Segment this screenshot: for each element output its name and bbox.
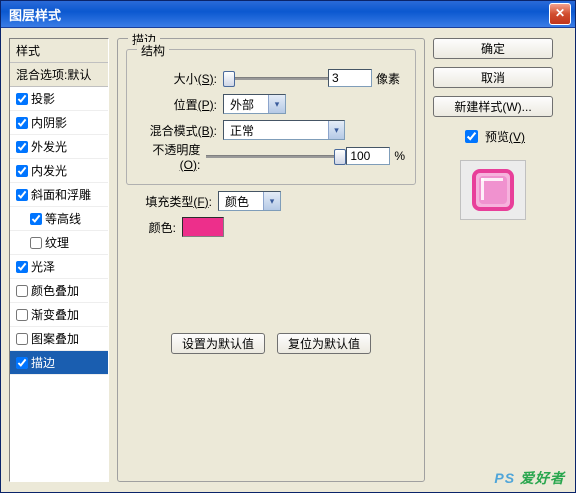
- new-style-button[interactable]: 新建样式(W)...: [433, 96, 553, 117]
- style-checkbox[interactable]: [16, 357, 28, 369]
- set-default-button[interactable]: 设置为默认值: [171, 333, 265, 354]
- preview-checkbox-row[interactable]: 预览(V): [461, 127, 525, 146]
- size-input[interactable]: [328, 69, 372, 87]
- structure-group: 结构 大小(S): 像素 位置(P):: [126, 49, 416, 185]
- size-unit: 像素: [376, 70, 400, 87]
- fill-type-combo[interactable]: 颜色 ▾: [218, 191, 281, 211]
- reset-default-button[interactable]: 复位为默认值: [277, 333, 371, 354]
- chevron-down-icon: ▾: [268, 95, 285, 113]
- style-checkbox[interactable]: [16, 141, 28, 153]
- style-item-label: 颜色叠加: [31, 282, 79, 299]
- preview-checkbox[interactable]: [465, 130, 478, 143]
- blend-options-header[interactable]: 混合选项:默认: [10, 63, 108, 87]
- blend-mode-label: 混合模式(B):: [137, 122, 223, 139]
- opacity-unit: %: [394, 149, 405, 163]
- fill-type-label: 填充类型(F):: [132, 193, 218, 210]
- style-checkbox[interactable]: [30, 237, 42, 249]
- color-label: 颜色:: [132, 219, 182, 236]
- size-label: 大小(S):: [137, 70, 223, 87]
- style-item-label: 光泽: [31, 258, 55, 275]
- style-item[interactable]: 描边: [10, 351, 108, 375]
- preview-thumbnail: [460, 160, 526, 220]
- style-checkbox[interactable]: [16, 93, 28, 105]
- style-item-label: 图案叠加: [31, 330, 79, 347]
- style-item-label: 外发光: [31, 138, 67, 155]
- ok-button[interactable]: 确定: [433, 38, 553, 59]
- right-panel: 确定 取消 新建样式(W)... 预览(V): [433, 38, 553, 482]
- style-checkbox[interactable]: [16, 261, 28, 273]
- titlebar[interactable]: 图层样式 ✕: [1, 1, 575, 28]
- style-item-label: 斜面和浮雕: [31, 186, 91, 203]
- style-checkbox[interactable]: [16, 285, 28, 297]
- window-title: 图层样式: [9, 5, 61, 24]
- blend-mode-combo[interactable]: 正常 ▾: [223, 120, 345, 140]
- fill-type-row: 填充类型(F): 颜色 ▾: [132, 191, 416, 211]
- style-checkbox[interactable]: [16, 117, 28, 129]
- stroke-panel: 描边 结构 大小(S): 像素: [117, 38, 425, 482]
- style-item[interactable]: 内发光: [10, 159, 108, 183]
- style-checkbox[interactable]: [30, 213, 42, 225]
- blend-mode-row: 混合模式(B): 正常 ▾: [137, 120, 405, 140]
- style-item-label: 等高线: [45, 210, 81, 227]
- styles-panel: 样式 混合选项:默认 投影内阴影外发光内发光斜面和浮雕等高线纹理光泽颜色叠加渐变…: [9, 38, 109, 482]
- watermark: PS 爱好者: [494, 468, 565, 488]
- client-area: 样式 混合选项:默认 投影内阴影外发光内发光斜面和浮雕等高线纹理光泽颜色叠加渐变…: [1, 28, 575, 492]
- style-item-label: 纹理: [45, 234, 69, 251]
- style-item-label: 描边: [31, 354, 55, 371]
- chevron-down-icon: ▾: [263, 192, 280, 210]
- style-item[interactable]: 内阴影: [10, 111, 108, 135]
- default-buttons-row: 设置为默认值 复位为默认值: [126, 333, 416, 354]
- cancel-button[interactable]: 取消: [433, 67, 553, 88]
- chevron-down-icon: ▾: [328, 121, 344, 139]
- structure-legend: 结构: [137, 42, 169, 59]
- style-item-label: 投影: [31, 90, 55, 107]
- close-button[interactable]: ✕: [549, 3, 571, 25]
- layer-style-dialog: 图层样式 ✕ 样式 混合选项:默认 投影内阴影外发光内发光斜面和浮雕等高线纹理光…: [0, 0, 576, 493]
- position-label: 位置(P):: [137, 96, 223, 113]
- style-item[interactable]: 颜色叠加: [10, 279, 108, 303]
- size-slider[interactable]: [223, 69, 328, 87]
- style-item[interactable]: 光泽: [10, 255, 108, 279]
- style-item[interactable]: 渐变叠加: [10, 303, 108, 327]
- style-checkbox[interactable]: [16, 333, 28, 345]
- color-swatch[interactable]: [182, 217, 224, 237]
- opacity-slider[interactable]: [206, 147, 346, 165]
- style-item[interactable]: 纹理: [10, 231, 108, 255]
- style-checkbox[interactable]: [16, 165, 28, 177]
- styles-header: 样式: [10, 39, 108, 63]
- style-item[interactable]: 等高线: [10, 207, 108, 231]
- opacity-input[interactable]: [346, 147, 390, 165]
- position-combo[interactable]: 外部 ▾: [223, 94, 286, 114]
- style-checkbox[interactable]: [16, 189, 28, 201]
- size-row: 大小(S): 像素: [137, 68, 405, 88]
- style-item[interactable]: 斜面和浮雕: [10, 183, 108, 207]
- style-item-label: 内阴影: [31, 114, 67, 131]
- style-item[interactable]: 投影: [10, 87, 108, 111]
- style-item-label: 内发光: [31, 162, 67, 179]
- style-checkbox[interactable]: [16, 309, 28, 321]
- color-row: 颜色:: [132, 217, 416, 237]
- style-item[interactable]: 外发光: [10, 135, 108, 159]
- style-item-label: 渐变叠加: [31, 306, 79, 323]
- opacity-label: 不透明度(O):: [137, 141, 206, 172]
- opacity-row: 不透明度(O): %: [137, 146, 405, 166]
- position-row: 位置(P): 外部 ▾: [137, 94, 405, 114]
- style-item[interactable]: 图案叠加: [10, 327, 108, 351]
